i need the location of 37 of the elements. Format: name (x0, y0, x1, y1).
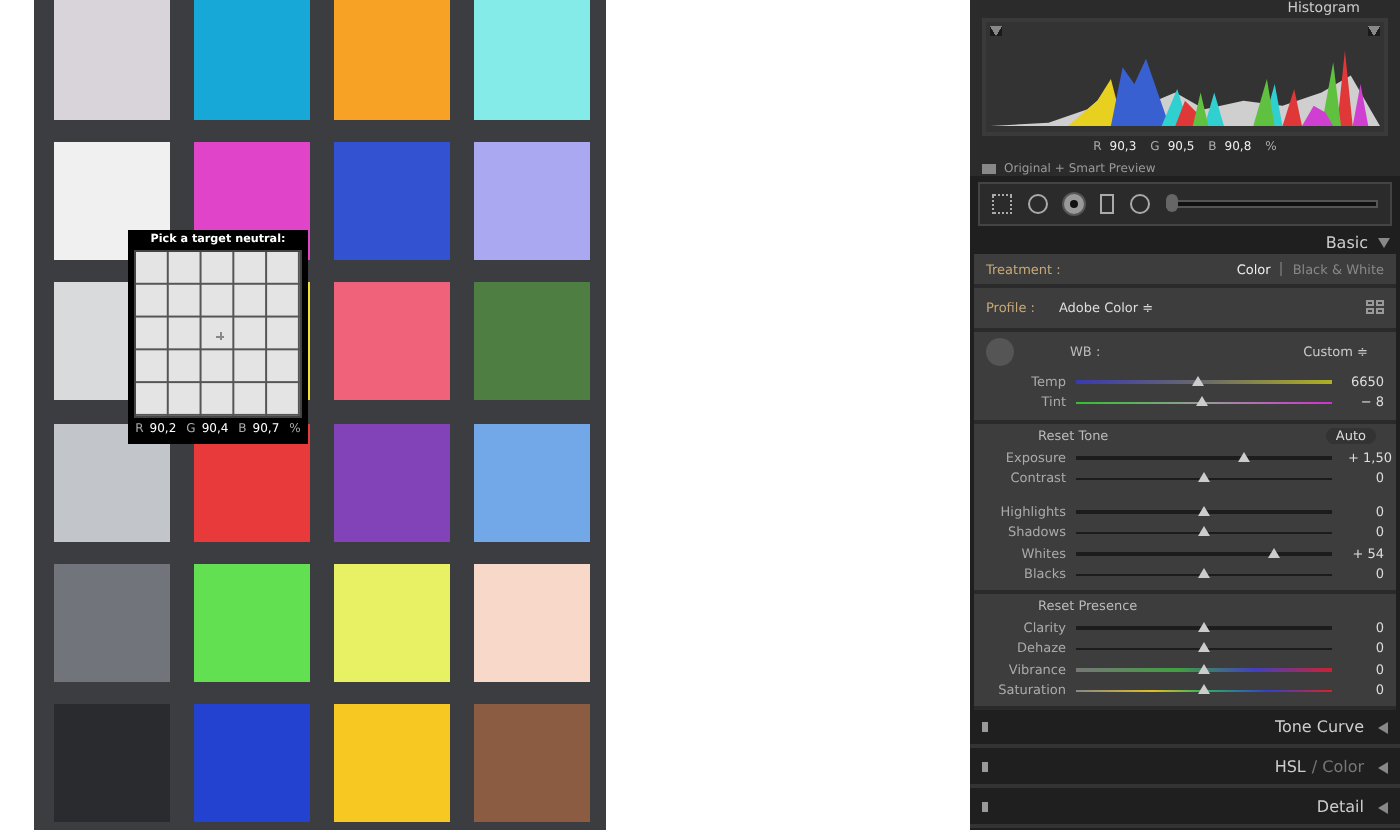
grid-icon[interactable] (1366, 300, 1384, 315)
slider-thumb[interactable] (1198, 663, 1210, 674)
panel-switch-icon[interactable] (982, 802, 988, 813)
panel-title: Basic (1325, 234, 1368, 253)
slider-thumb[interactable] (1198, 684, 1210, 695)
slider-thumb[interactable] (1198, 472, 1210, 483)
collapsed-triangle-icon[interactable] (1378, 761, 1388, 774)
preview-badge-icon (982, 164, 996, 174)
slider-thumb[interactable] (1198, 526, 1210, 537)
panel-switch-icon[interactable] (982, 722, 988, 733)
clipping-warning-icon[interactable] (1368, 26, 1380, 36)
collapsed-triangle-icon[interactable] (1378, 801, 1388, 814)
size-slider[interactable] (1166, 199, 1378, 208)
slider-thumb[interactable] (1238, 451, 1251, 462)
slider-thumb[interactable] (1198, 621, 1210, 632)
rectangle-icon[interactable] (1100, 193, 1114, 214)
panel-header[interactable]: HSL / Color (970, 751, 1400, 788)
crosshair-icon (216, 332, 224, 340)
slider-thumb[interactable] (1192, 375, 1205, 386)
slider-thumb[interactable] (1198, 568, 1210, 579)
grid-icon[interactable] (992, 193, 1012, 214)
slider-thumb[interactable] (1198, 505, 1210, 516)
collapsed-triangle-icon[interactable] (1378, 721, 1388, 734)
clipping-warning-icon[interactable] (990, 26, 1002, 36)
panel-header[interactable]: Tone Curve (970, 711, 1400, 748)
slider-thumb[interactable] (1195, 396, 1208, 407)
circle-icon[interactable] (1130, 193, 1150, 214)
slider-thumb[interactable] (1198, 642, 1210, 653)
panel-switch-icon[interactable] (982, 762, 988, 773)
target-icon[interactable] (1064, 193, 1084, 214)
panel-title: Tone Curve (1274, 718, 1364, 737)
slider-thumb[interactable] (1267, 547, 1280, 558)
panel-title: Detail (1316, 798, 1364, 817)
panel-subtitle: / Color (1311, 758, 1364, 777)
panel-header[interactable]: Detail (970, 791, 1400, 828)
panel-title: HSL (1274, 758, 1306, 777)
slider-thumb[interactable] (1166, 193, 1179, 212)
